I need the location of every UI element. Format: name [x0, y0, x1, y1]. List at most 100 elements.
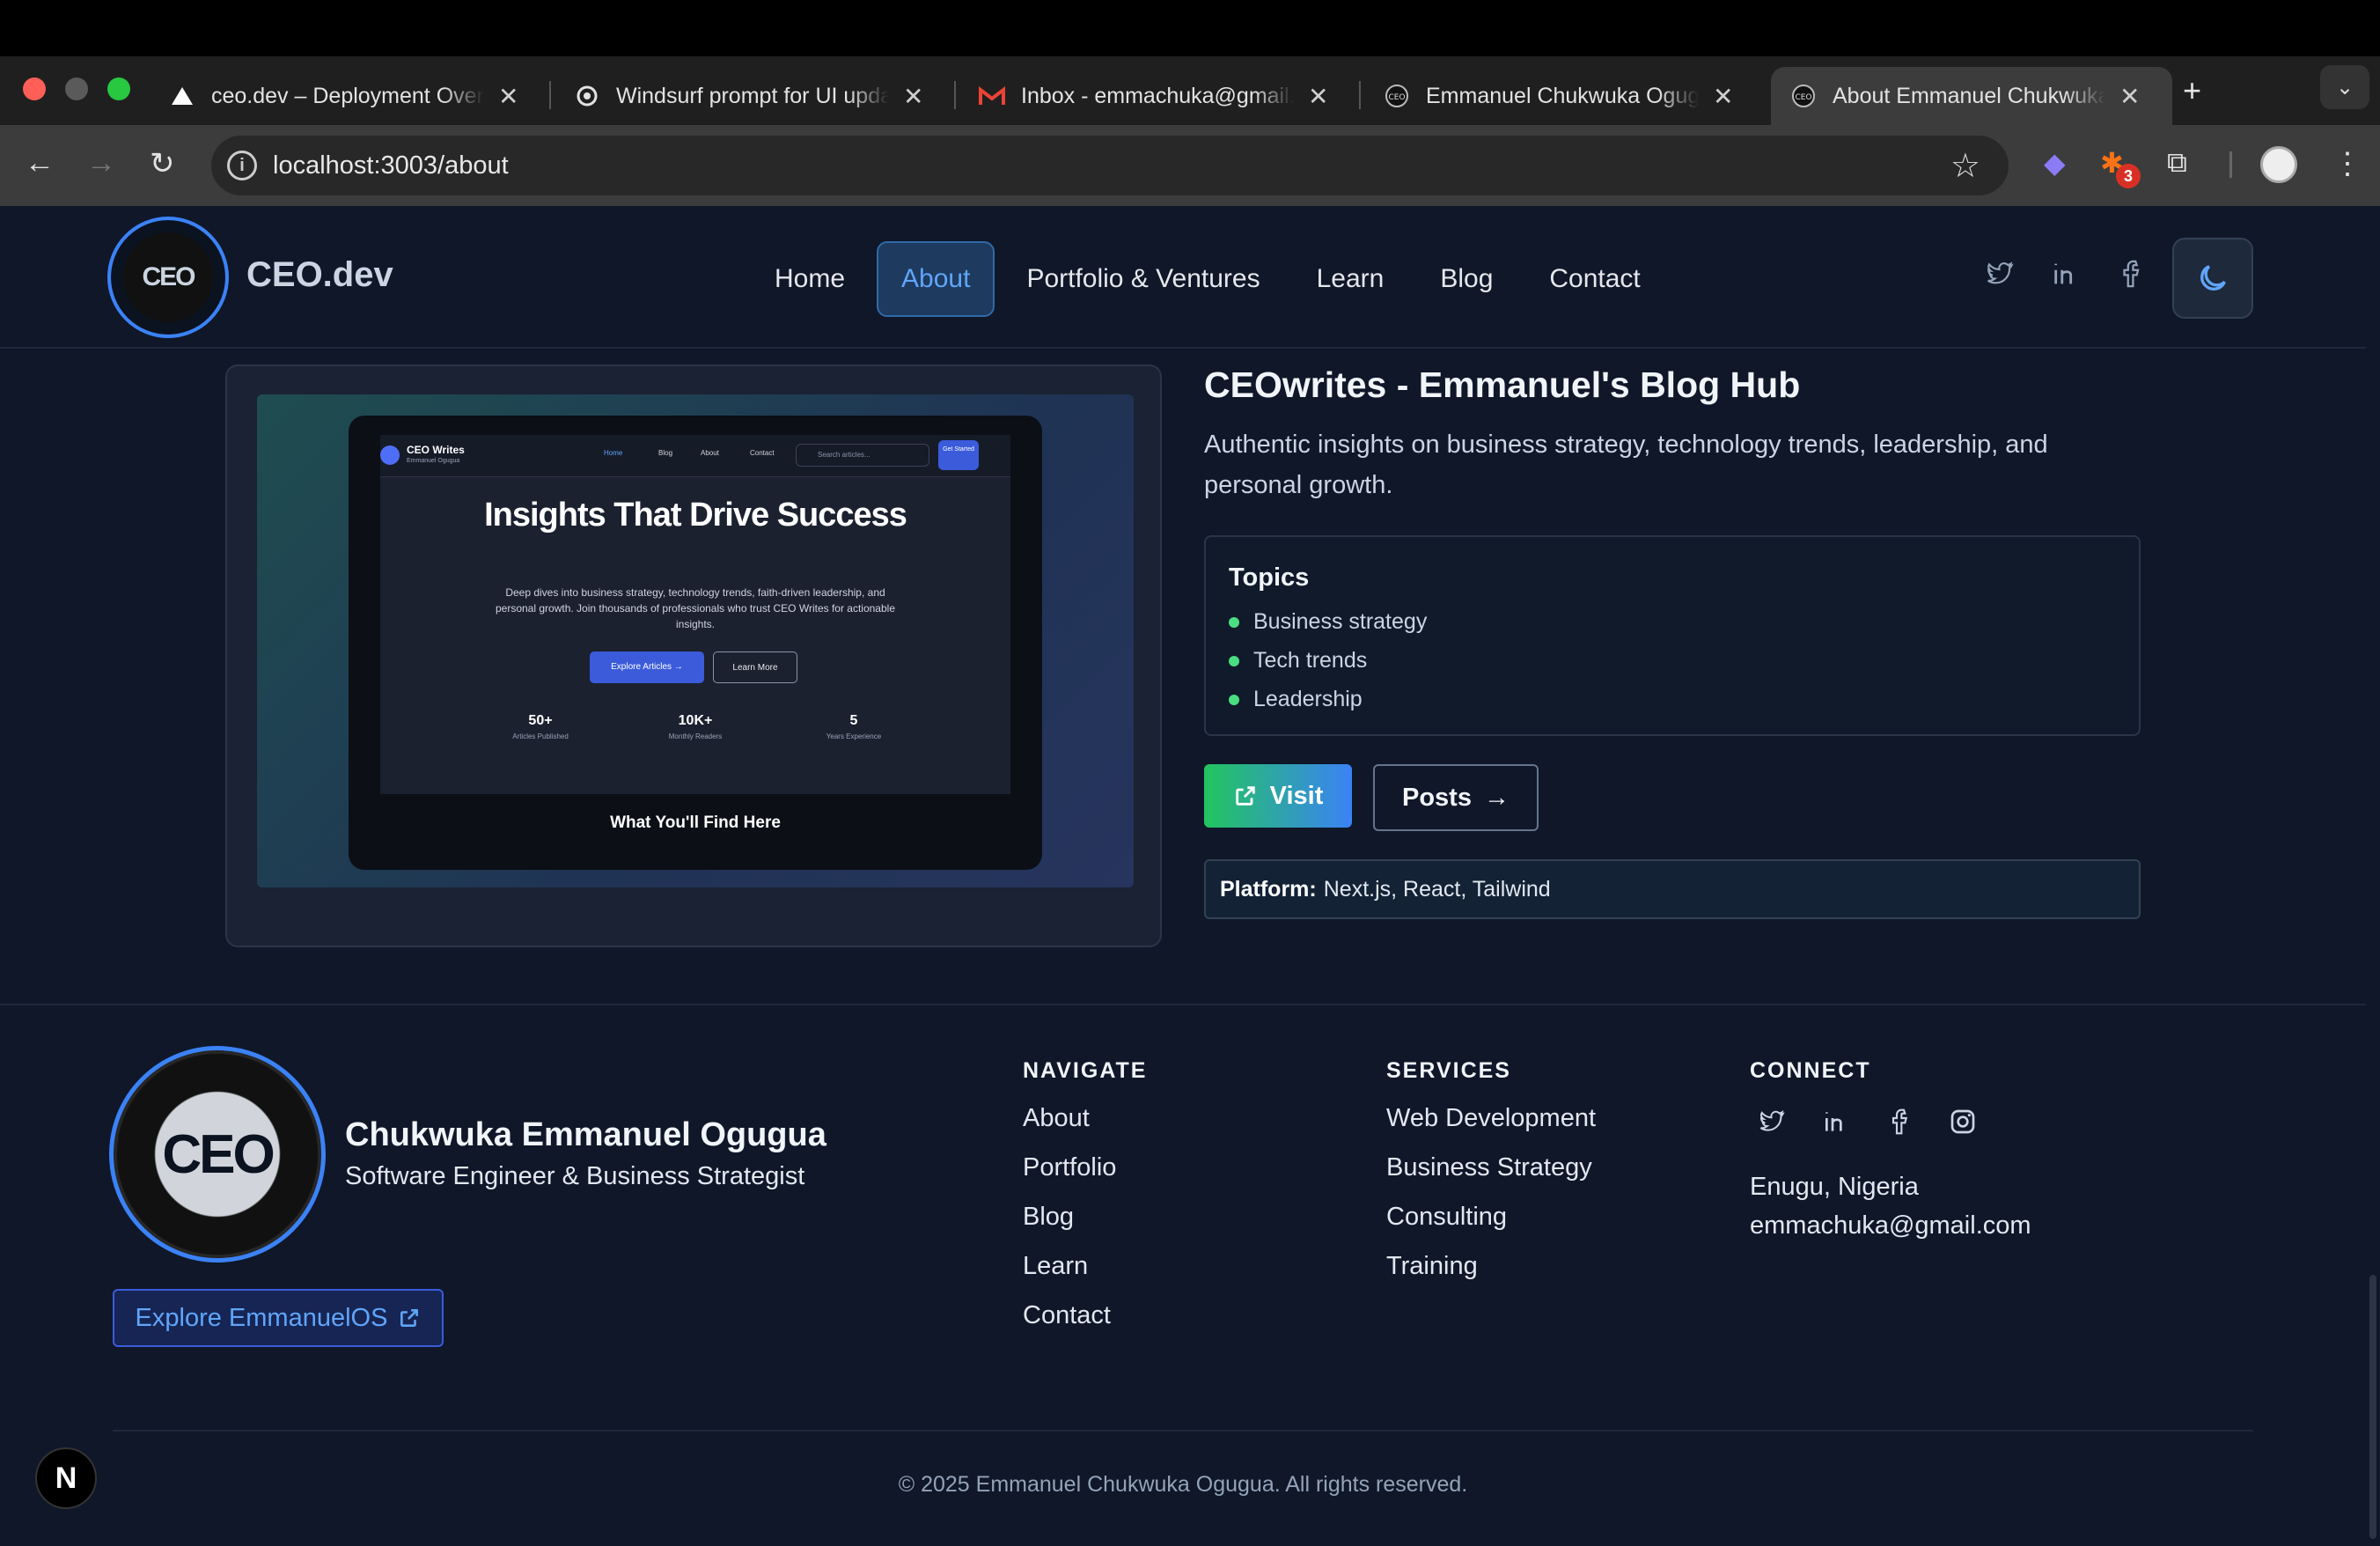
preview-brand: CEO Writes — [407, 444, 465, 456]
maximize-window-button[interactable] — [107, 77, 130, 100]
twitter-icon[interactable] — [1757, 1108, 1787, 1141]
bullet-icon — [1229, 616, 1239, 628]
reload-button[interactable]: ↻ — [150, 146, 175, 181]
extensions-puzzle-icon[interactable]: ⧉ — [2167, 146, 2187, 180]
tab-search-button[interactable]: ⌄ — [2320, 65, 2369, 109]
nav-portfolio-ventures[interactable]: Portfolio & Ventures — [1002, 241, 1284, 317]
nav-contact[interactable]: Contact — [1524, 241, 1664, 317]
reload-icon: ↻ — [150, 147, 175, 180]
preview-search: Search articles... — [796, 444, 929, 467]
preview-brand-sub: Emmanuel Ogugua — [407, 458, 460, 464]
footer-divider — [113, 1430, 2253, 1432]
browser-menu-icon[interactable]: ⋮ — [2332, 146, 2362, 181]
twitter-icon[interactable] — [1984, 259, 2016, 295]
footer-link-training[interactable]: Training — [1386, 1252, 1478, 1281]
theme-toggle-button[interactable] — [2172, 238, 2253, 319]
site-footer: CEO Chukwuka Emmanuel Ogugua Software En… — [0, 1004, 2366, 1546]
posts-label: Posts — [1402, 783, 1472, 812]
close-tab-icon[interactable]: ✕ — [1308, 82, 1328, 111]
close-tab-icon[interactable]: ✕ — [2119, 82, 2140, 111]
footer-email[interactable]: emmachuka@gmail.com — [1750, 1211, 2031, 1240]
project-preview-card: CEO Writes Emmanuel Ogugua Home Blog Abo… — [225, 364, 1162, 947]
tab-title: Windsurf prompt for UI updates — [616, 83, 889, 108]
browser-tab[interactable]: Inbox - emmachuka@gmail.com ✕ — [959, 67, 1348, 125]
footer-link-learn[interactable]: Learn — [1023, 1252, 1088, 1281]
footer-logo: CEO — [109, 1046, 326, 1263]
bookmark-star-icon[interactable]: ☆ — [1950, 146, 1980, 186]
site-info-icon[interactable]: i — [227, 151, 257, 180]
footer-link-portfolio[interactable]: Portfolio — [1023, 1153, 1116, 1182]
topics-heading: Topics — [1229, 563, 1310, 592]
browser-tab-active[interactable]: CEO About Emmanuel Chukwuka Ogugua ✕ — [1771, 67, 2172, 125]
footer-link-web-development[interactable]: Web Development — [1386, 1104, 1596, 1133]
preview-headline: Insights That Drive Success — [484, 497, 907, 534]
url-text[interactable]: localhost:3003/about — [273, 151, 509, 180]
forward-button[interactable]: → — [86, 146, 116, 180]
footer-link-contact[interactable]: Contact — [1023, 1301, 1111, 1330]
tab-divider — [549, 81, 551, 109]
external-link-icon — [1235, 786, 1255, 806]
page-viewport: CEO CEO.dev Home About Portfolio & Ventu… — [0, 206, 2366, 1546]
preview-body: Deep dives into business strategy, techn… — [495, 586, 895, 630]
facebook-icon[interactable] — [2121, 259, 2142, 297]
preview-logo — [380, 445, 400, 465]
browser-tab[interactable]: Windsurf prompt for UI updates ✕ — [555, 67, 943, 125]
preview-get-started: Get Started — [938, 440, 979, 470]
preview-nav-item: About — [701, 449, 719, 457]
nav-about[interactable]: About — [877, 241, 995, 317]
nav-home[interactable]: Home — [750, 241, 870, 317]
page-scrollbar[interactable] — [2366, 206, 2380, 1546]
moon-icon — [2200, 265, 2226, 291]
site-brand[interactable]: CEO.dev — [246, 255, 393, 295]
browser-tab[interactable]: ceo.dev – Deployment Overview ✕ — [150, 67, 538, 125]
linkedin-icon[interactable] — [2051, 259, 2081, 297]
close-tab-icon[interactable]: ✕ — [903, 82, 923, 111]
logo-text: CEO — [142, 262, 195, 291]
back-button[interactable]: ← — [25, 146, 55, 180]
svg-text:CEO: CEO — [1795, 93, 1811, 102]
preview-primary-button: Explore Articles → — [590, 652, 704, 683]
scrollbar-thumb[interactable] — [2369, 1275, 2376, 1539]
preview-stat: 5 Years Experience — [826, 713, 882, 740]
profile-avatar[interactable] — [2260, 146, 2297, 183]
preview-header: CEO Writes Emmanuel Ogugua Home Blog Abo… — [380, 435, 1010, 477]
preview-page: CEO Writes Emmanuel Ogugua Home Blog Abo… — [380, 435, 1010, 794]
new-tab-button[interactable]: + — [2183, 72, 2201, 109]
preview-secondary-button: Learn More — [713, 652, 797, 683]
footer-name: Chukwuka Emmanuel Ogugua — [345, 1116, 826, 1153]
preview-stat: 50+ Articles Published — [512, 713, 569, 740]
explore-emmanuelos-button[interactable]: Explore EmmanuelOS — [113, 1289, 444, 1347]
external-link-icon — [400, 1309, 419, 1327]
explore-label: Explore EmmanuelOS — [135, 1303, 388, 1332]
visit-label: Visit — [1269, 781, 1324, 810]
minimize-window-button[interactable] — [65, 77, 88, 100]
visit-button[interactable]: Visit — [1204, 764, 1352, 828]
instagram-icon[interactable] — [1949, 1108, 1977, 1143]
linkedin-icon[interactable] — [1822, 1108, 1850, 1143]
address-bar[interactable]: i localhost:3003/about ☆ — [211, 136, 2009, 195]
extension-flame-icon[interactable]: ◆ — [2044, 146, 2066, 180]
footer-link-business-strategy[interactable]: Business Strategy — [1386, 1153, 1592, 1182]
close-tab-icon[interactable]: ✕ — [498, 82, 518, 111]
project-title: CEOwrites - Emmanuel's Blog Hub — [1204, 364, 1801, 405]
tab-title: Emmanuel Chukwuka Ogugua — [1426, 83, 1699, 108]
bullet-icon — [1229, 655, 1239, 666]
nav-learn[interactable]: Learn — [1292, 241, 1409, 317]
arrow-right-icon: → — [86, 146, 116, 180]
posts-button[interactable]: Posts → — [1373, 764, 1539, 831]
facebook-icon[interactable] — [1891, 1108, 1910, 1143]
connect-heading: CONNECT — [1750, 1058, 1871, 1083]
main-nav: Home About Portfolio & Ventures Learn Bl… — [750, 241, 1665, 317]
browser-tab[interactable]: CEO Emmanuel Chukwuka Ogugua ✕ — [1364, 67, 1752, 125]
close-tab-icon[interactable]: ✕ — [1713, 82, 1733, 111]
nextjs-dev-badge[interactable]: N — [35, 1447, 97, 1509]
site-logo[interactable]: CEO — [107, 217, 229, 338]
close-window-button[interactable] — [23, 77, 46, 100]
preview-stat: 10K+ Monthly Readers — [668, 713, 723, 740]
footer-link-consulting[interactable]: Consulting — [1386, 1203, 1507, 1232]
footer-link-about[interactable]: About — [1023, 1104, 1090, 1133]
footer-link-blog[interactable]: Blog — [1023, 1203, 1074, 1232]
tab-divider — [954, 81, 956, 109]
nav-blog[interactable]: Blog — [1415, 241, 1517, 317]
openai-icon — [574, 83, 600, 109]
